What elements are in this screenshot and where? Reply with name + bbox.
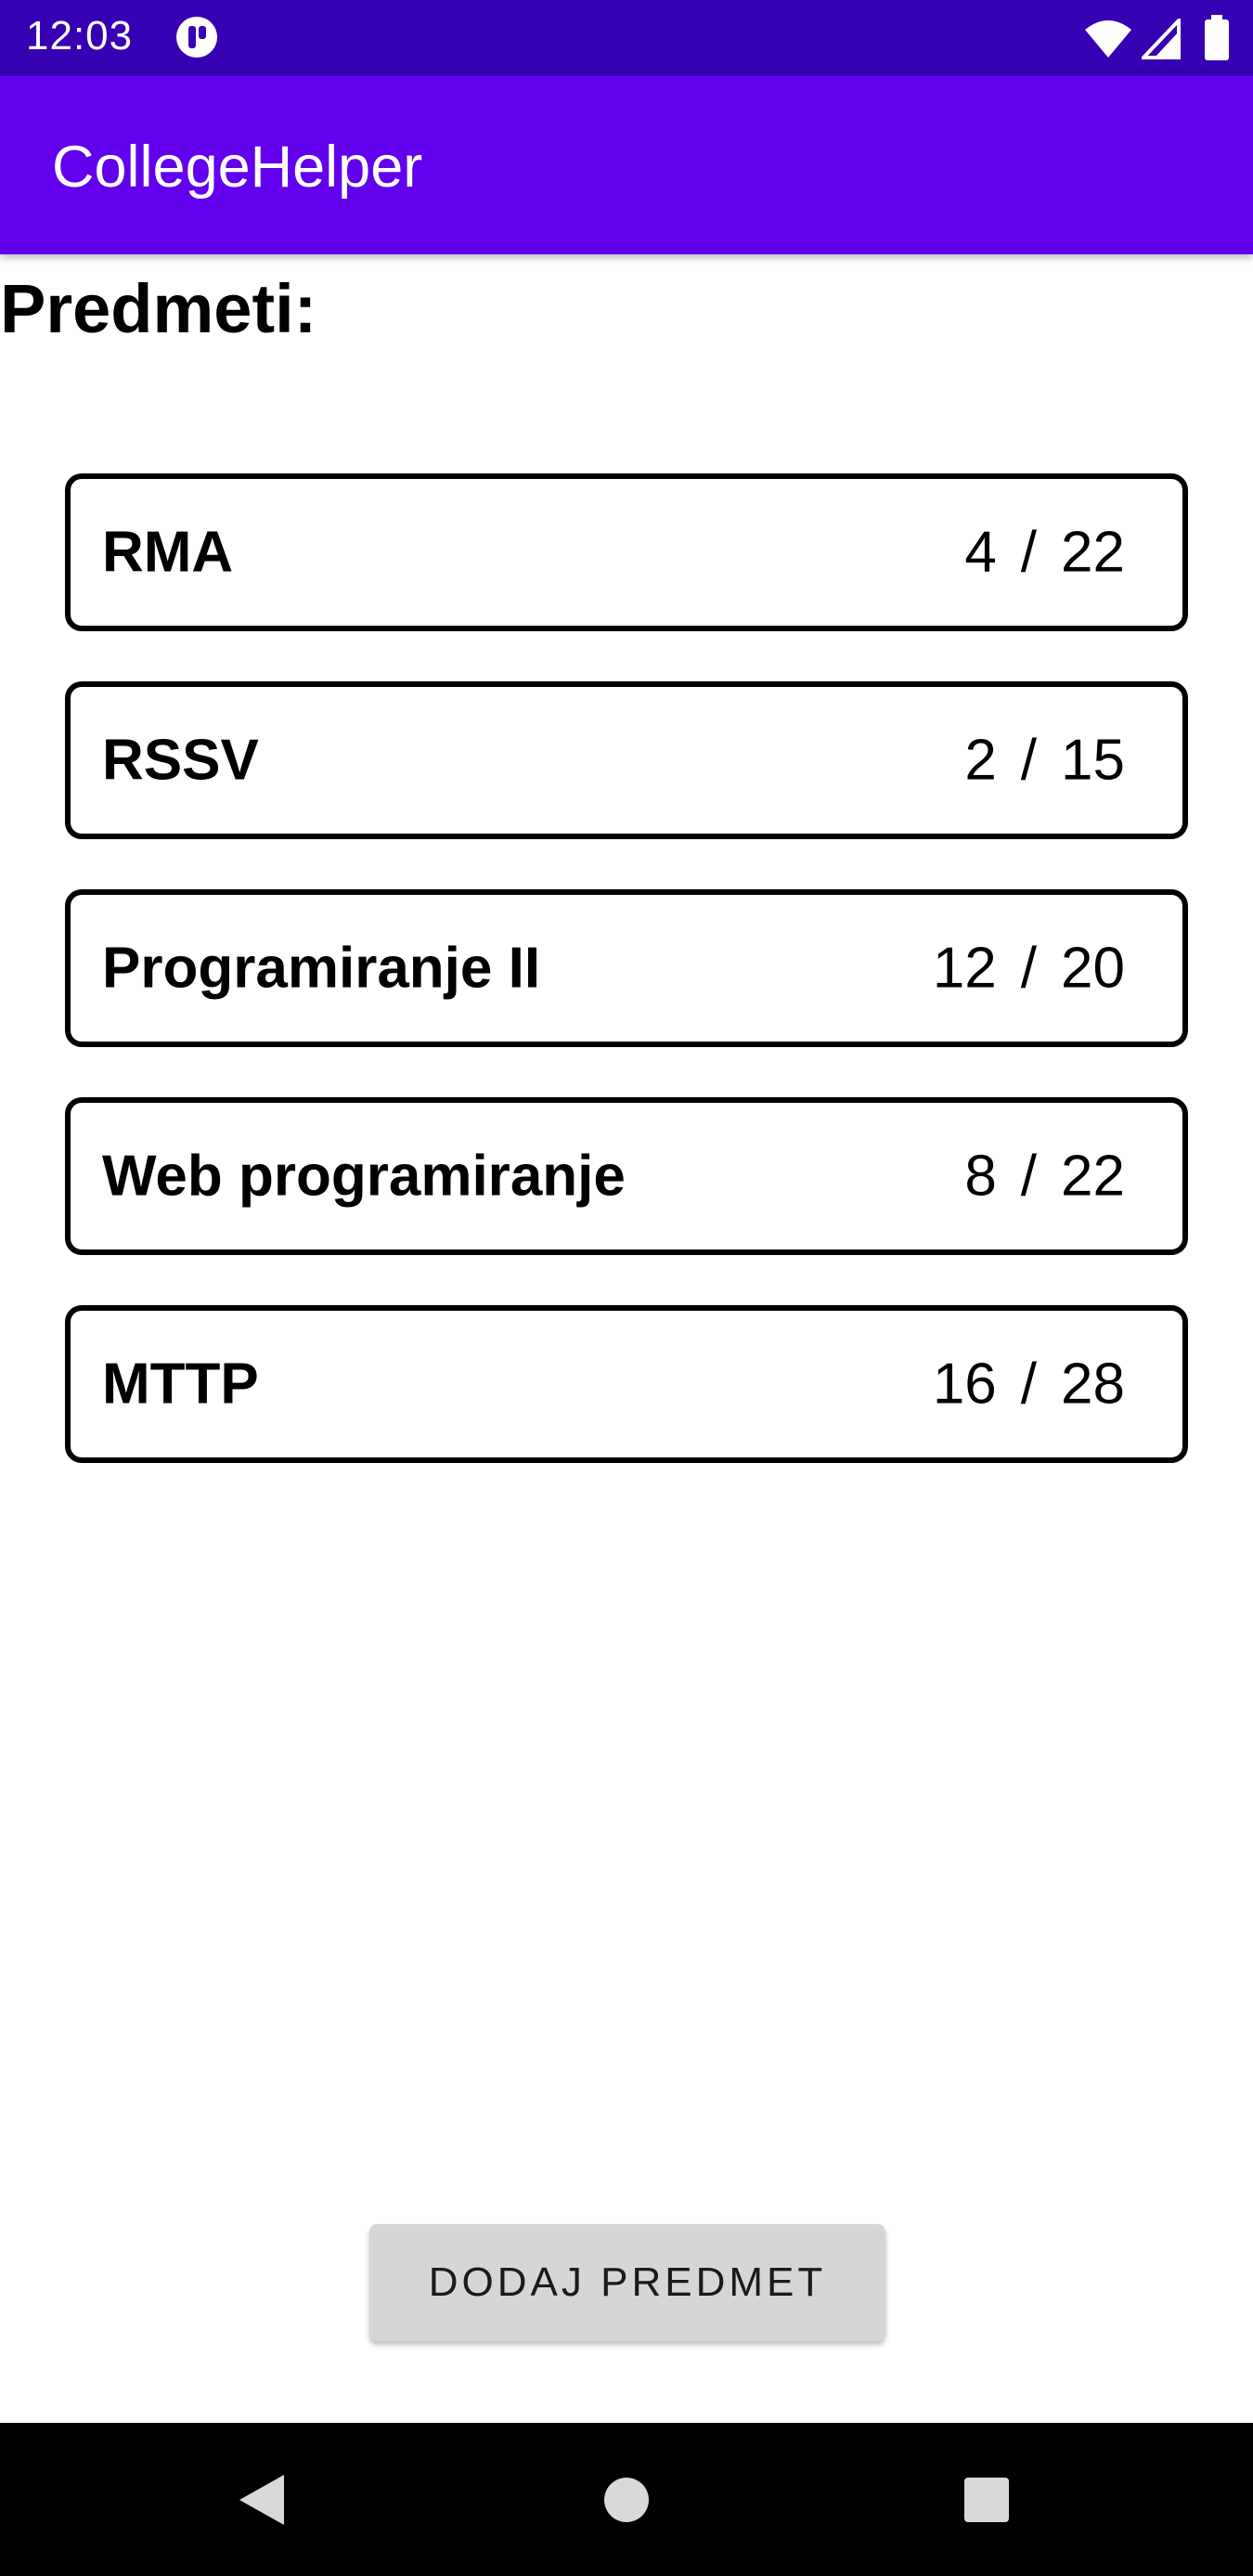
- subject-card[interactable]: Programiranje II 12 / 20: [65, 889, 1188, 1047]
- total-count: 15: [1061, 728, 1125, 793]
- add-subject-button[interactable]: DODAJ PREDMET: [369, 2224, 885, 2341]
- home-icon[interactable]: [603, 2477, 650, 2523]
- completed-count: 12: [932, 936, 997, 1001]
- subject-name: Programiranje II: [102, 936, 541, 1001]
- total-count: 28: [1061, 1352, 1125, 1417]
- count-separator: /: [1020, 1352, 1038, 1417]
- subject-card[interactable]: Web programiranje 8 / 22: [65, 1097, 1188, 1255]
- status-time: 12:03: [26, 13, 134, 58]
- total-count: 20: [1061, 936, 1125, 1001]
- count-separator: /: [1020, 728, 1038, 793]
- completed-count: 8: [964, 1144, 997, 1209]
- app-title: CollegeHelper: [52, 135, 423, 200]
- subject-list: RMA 4 / 22 RSSV 2 / 15 Programiranje II …: [65, 473, 1188, 1513]
- subject-name: Web programiranje: [102, 1144, 626, 1209]
- subject-progress: 2 / 15: [964, 728, 1125, 794]
- subject-name: MTTP: [102, 1352, 259, 1417]
- status-bar: 12:03: [0, 0, 1253, 76]
- subject-progress: 12 / 20: [933, 936, 1125, 1002]
- count-separator: /: [1020, 1144, 1038, 1209]
- screen: 12:03 CollegeHelper Predmeti: RMA 4 / 22…: [0, 0, 1253, 2576]
- signal-icon: [1142, 19, 1181, 59]
- back-icon[interactable]: [238, 2473, 286, 2527]
- subject-progress: 16 / 28: [933, 1352, 1125, 1417]
- count-separator: /: [1020, 936, 1038, 1001]
- app-bar: CollegeHelper: [0, 76, 1253, 254]
- total-count: 22: [1061, 520, 1125, 585]
- section-title: Predmeti:: [0, 270, 317, 347]
- subject-name: RSSV: [102, 728, 259, 793]
- wifi-icon: [1085, 20, 1131, 58]
- subject-card[interactable]: RMA 4 / 22: [65, 473, 1188, 631]
- completed-count: 4: [964, 520, 997, 585]
- subject-progress: 4 / 22: [964, 520, 1125, 586]
- subject-card[interactable]: RSSV 2 / 15: [65, 681, 1188, 839]
- app-notification-icon: [176, 17, 217, 58]
- recents-icon[interactable]: [963, 2477, 1010, 2523]
- battery-icon: [1205, 15, 1229, 60]
- total-count: 22: [1061, 1144, 1125, 1209]
- completed-count: 16: [932, 1352, 997, 1417]
- subject-name: RMA: [102, 520, 234, 585]
- completed-count: 2: [964, 728, 997, 793]
- subject-card[interactable]: MTTP 16 / 28: [65, 1305, 1188, 1463]
- count-separator: /: [1020, 520, 1038, 585]
- navigation-bar: [0, 2423, 1253, 2576]
- subject-progress: 8 / 22: [964, 1144, 1125, 1210]
